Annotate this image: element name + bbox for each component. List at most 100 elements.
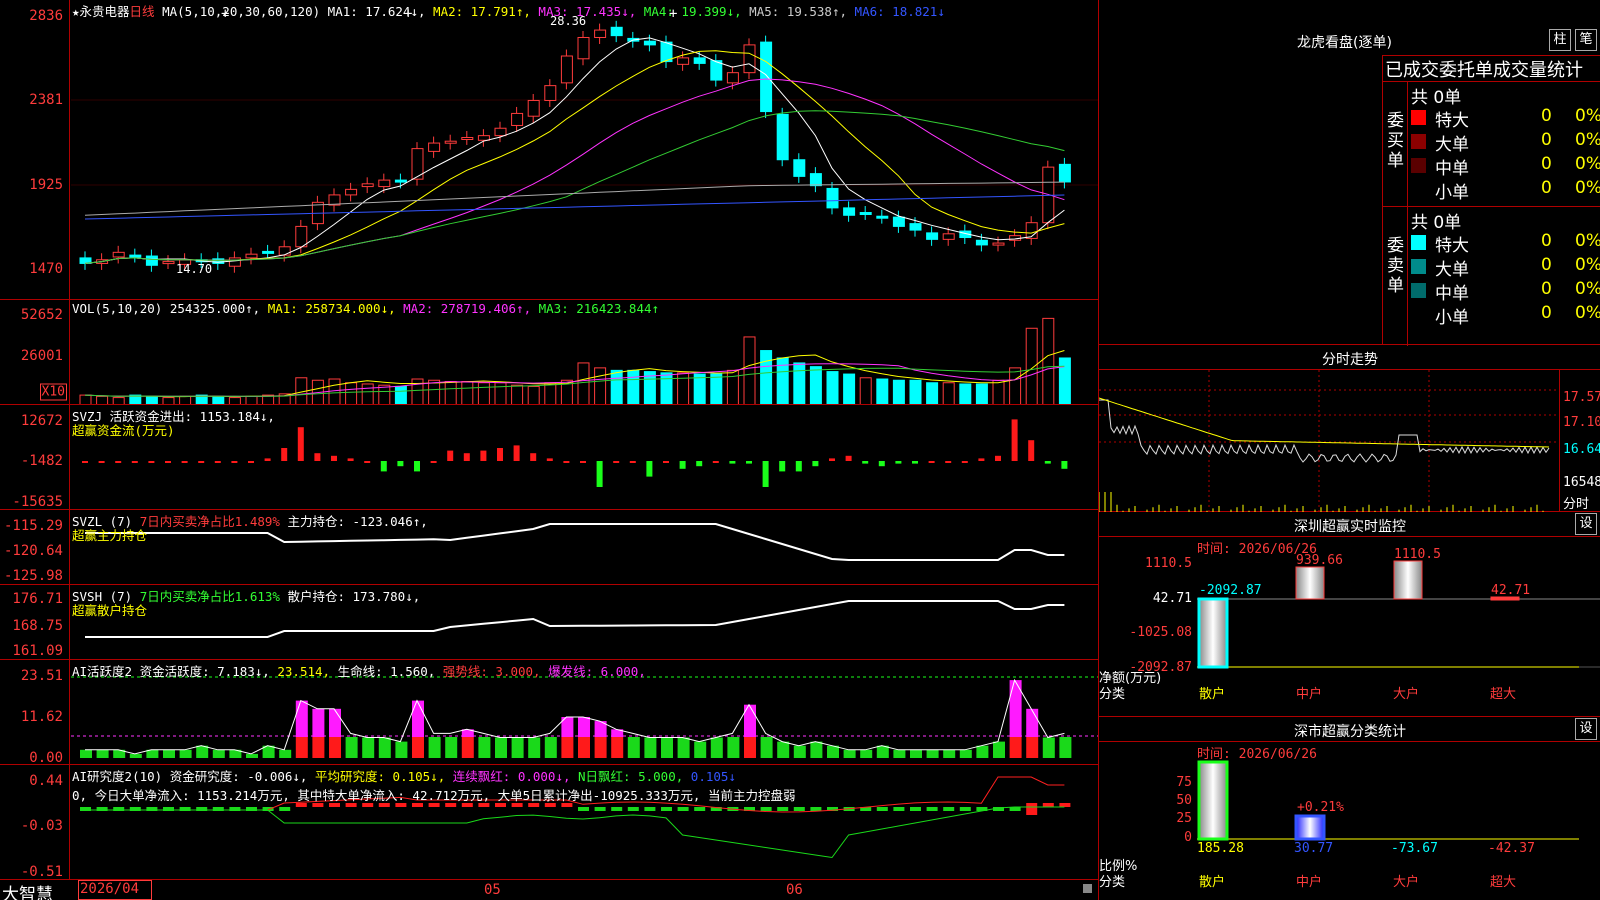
flow-bar[interactable] xyxy=(82,461,88,463)
research-bar[interactable] xyxy=(760,807,772,811)
candle[interactable] xyxy=(726,72,739,84)
date-start[interactable]: 2026/04 xyxy=(78,880,152,900)
activity-bar[interactable] xyxy=(1042,737,1055,759)
flow-bar[interactable] xyxy=(231,461,238,463)
activity-bar[interactable] xyxy=(511,737,524,759)
activity-bar[interactable] xyxy=(129,753,142,758)
lock-icon[interactable] xyxy=(1083,884,1092,893)
flow-bar[interactable] xyxy=(314,453,321,461)
volume-bar[interactable] xyxy=(909,379,922,405)
activity-bar[interactable] xyxy=(910,749,922,758)
volume-bar[interactable] xyxy=(992,379,1005,405)
flow-bar[interactable] xyxy=(779,461,786,472)
candle[interactable] xyxy=(876,215,889,219)
flow-bar[interactable] xyxy=(447,450,454,461)
volume-bar[interactable] xyxy=(544,382,557,405)
research-bar[interactable] xyxy=(694,807,706,811)
candle[interactable] xyxy=(494,127,507,137)
stock-name[interactable]: 永贵电器 xyxy=(80,4,130,19)
flow-bar[interactable] xyxy=(629,461,636,463)
flow-bar[interactable] xyxy=(679,461,686,469)
research-bar[interactable] xyxy=(1042,803,1054,807)
volume-bar[interactable] xyxy=(826,371,839,405)
period-label[interactable]: 日线 xyxy=(130,4,155,19)
volume-bar[interactable] xyxy=(693,373,706,405)
candle[interactable] xyxy=(859,212,872,216)
svsh-panel[interactable]: 176.71 168.75 161.09 SVSH (7) 7日内买卖净占比1.… xyxy=(0,585,1098,660)
flow-bar[interactable] xyxy=(115,461,122,463)
activity-bar[interactable] xyxy=(744,737,756,758)
research-bar[interactable] xyxy=(578,807,589,811)
flow-bar[interactable] xyxy=(364,461,371,463)
activity-bar[interactable] xyxy=(544,737,557,758)
flow-bar[interactable] xyxy=(397,461,404,467)
candle[interactable] xyxy=(444,140,457,144)
classification-stats-panel[interactable]: 深市超赢分类统计 设 时间: 2026/06/26 75 50 25 0 比例%… xyxy=(1099,717,1600,900)
activity-bar[interactable] xyxy=(1009,737,1022,758)
flow-bar[interactable] xyxy=(165,461,171,463)
activity-bar[interactable] xyxy=(993,741,1005,758)
flow-bar[interactable] xyxy=(878,461,885,467)
candle[interactable] xyxy=(1058,163,1071,183)
activity-bar[interactable] xyxy=(677,737,690,759)
flow-bar[interactable] xyxy=(762,461,769,487)
volume-bar[interactable] xyxy=(577,362,590,405)
candle[interactable] xyxy=(843,207,856,216)
flow-bar[interactable] xyxy=(1011,419,1018,461)
volume-bar[interactable] xyxy=(328,378,341,405)
activity-bar[interactable] xyxy=(246,753,258,758)
volume-bar[interactable] xyxy=(378,384,391,405)
volume-bar[interactable] xyxy=(79,394,92,405)
flow-bar[interactable] xyxy=(596,461,603,487)
flow-bar[interactable] xyxy=(995,455,1001,461)
candle[interactable] xyxy=(826,187,839,209)
flow-bar[interactable] xyxy=(380,461,387,472)
volume-bar[interactable] xyxy=(660,372,673,405)
activity-bar-burst[interactable] xyxy=(295,700,308,737)
activity-bar[interactable] xyxy=(478,737,491,758)
activity-bar[interactable] xyxy=(926,749,939,758)
volume-bar[interactable] xyxy=(361,383,374,405)
research-bar[interactable] xyxy=(777,807,789,811)
candle[interactable] xyxy=(610,26,623,37)
volume-bar[interactable] xyxy=(245,395,258,405)
volume-bar[interactable] xyxy=(461,380,474,405)
activity-bar[interactable] xyxy=(959,749,972,758)
research-bar[interactable] xyxy=(893,807,905,811)
flow-bar[interactable] xyxy=(214,461,221,463)
candle[interactable] xyxy=(245,253,258,259)
activity-bar[interactable] xyxy=(96,749,109,758)
ai-research-panel[interactable]: 0.44 -0.03 -0.51 AI研究度2(10) 资金研究度: -0.00… xyxy=(0,765,1098,880)
bar-view-button[interactable]: 柱 xyxy=(1549,29,1571,51)
flow-bar[interactable] xyxy=(497,448,503,461)
research-bar[interactable] xyxy=(1059,803,1071,807)
research-bar[interactable] xyxy=(611,807,623,811)
activity-bar[interactable] xyxy=(594,737,607,758)
activity-bar[interactable] xyxy=(627,737,640,758)
candle[interactable] xyxy=(544,85,557,101)
candle[interactable] xyxy=(776,113,789,161)
activity-bar[interactable] xyxy=(694,741,707,758)
candle[interactable] xyxy=(643,40,656,46)
activity-bar[interactable] xyxy=(163,749,175,758)
flow-bar[interactable] xyxy=(746,461,752,464)
activity-bar[interactable] xyxy=(378,737,391,759)
volume-bar[interactable] xyxy=(96,395,109,405)
activity-bar[interactable] xyxy=(843,749,856,758)
flow-bar[interactable] xyxy=(248,461,254,463)
activity-bar[interactable] xyxy=(279,749,292,758)
activity-bar[interactable] xyxy=(495,737,507,759)
activity-bar[interactable] xyxy=(561,737,574,758)
activity-bar[interactable] xyxy=(578,737,590,758)
volume-bar[interactable] xyxy=(760,350,773,405)
flow-bar[interactable] xyxy=(1061,461,1068,469)
research-bar[interactable] xyxy=(594,807,606,811)
candle[interactable] xyxy=(527,99,540,117)
volume-bar[interactable] xyxy=(1009,367,1022,405)
candle[interactable] xyxy=(743,44,756,74)
intraday-panel[interactable]: 分时走势 17.57 17.10 16.64 16548 分时 xyxy=(1099,345,1600,512)
activity-bar[interactable] xyxy=(329,737,341,758)
ratio-bar[interactable] xyxy=(1197,760,1229,841)
candle[interactable] xyxy=(760,41,773,113)
research-bar[interactable] xyxy=(1026,803,1038,815)
